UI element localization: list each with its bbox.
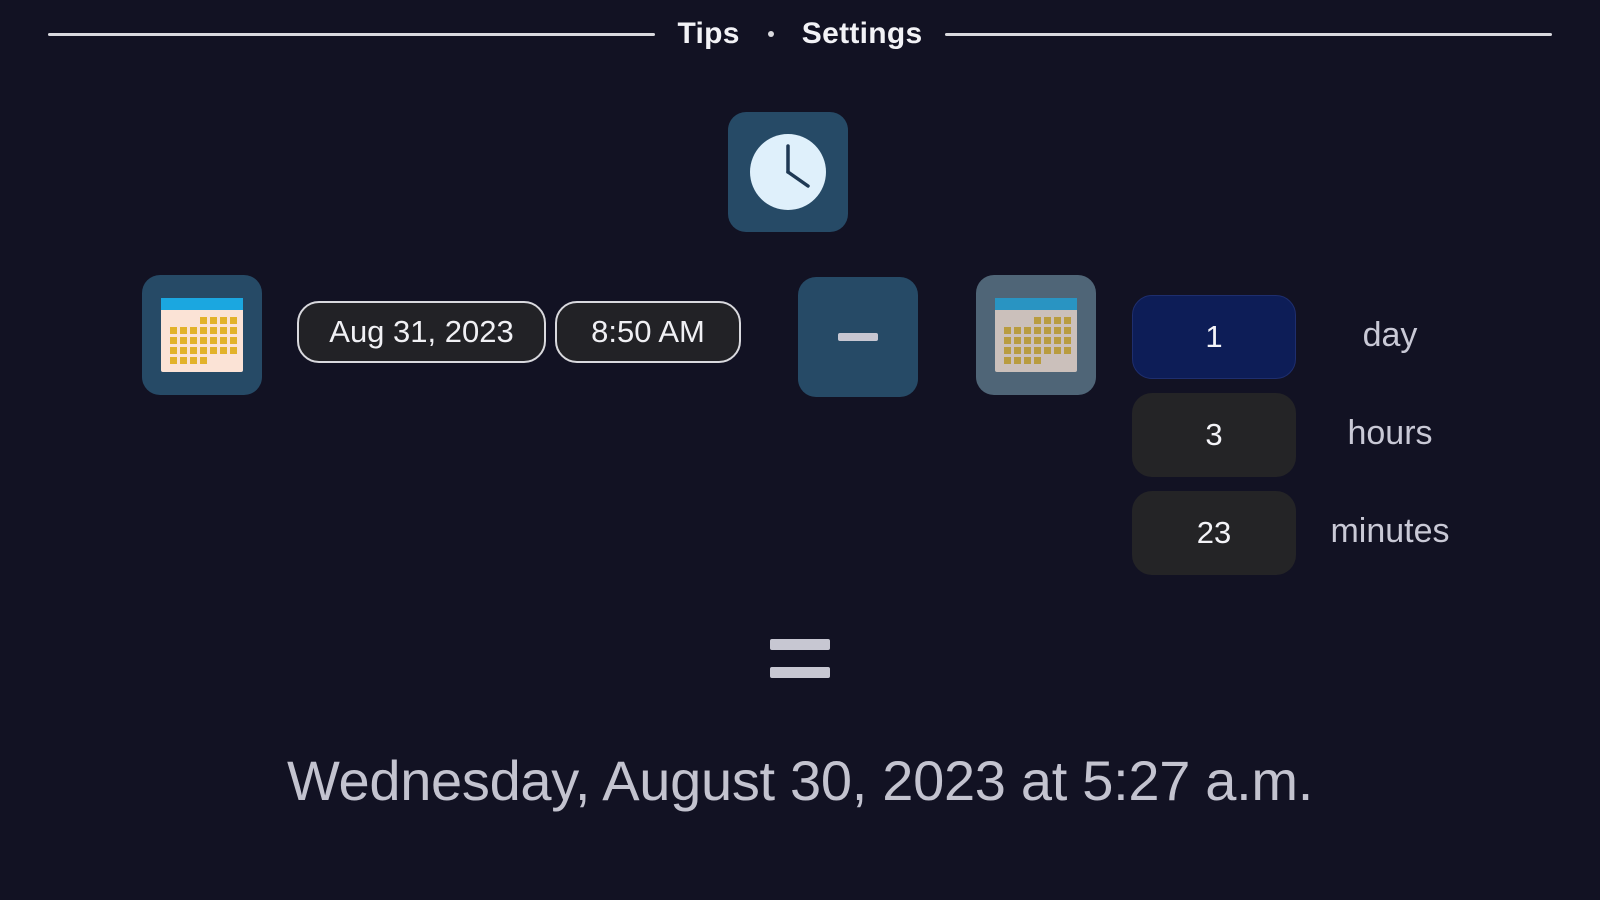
- days-input[interactable]: 1: [1132, 295, 1296, 379]
- start-date-calendar-button[interactable]: [142, 275, 262, 395]
- result-text: Wednesday, August 30, 2023 at 5:27 a.m.: [286, 749, 1314, 812]
- nav-divider-left: [48, 32, 656, 36]
- top-nav: Tips Settings: [48, 12, 1553, 56]
- clock-icon: [750, 134, 826, 210]
- minutes-input[interactable]: 23: [1132, 491, 1296, 575]
- operation-toggle-button[interactable]: [798, 277, 918, 397]
- equals-bar-bottom: [770, 667, 830, 678]
- nav-divider-right: [944, 32, 1553, 36]
- start-date-field[interactable]: Aug 31, 2023: [297, 301, 546, 363]
- now-button[interactable]: [728, 112, 848, 232]
- calendar-icon: [161, 298, 243, 372]
- days-label: day: [1362, 316, 1418, 354]
- tips-link[interactable]: Tips: [677, 17, 739, 51]
- hours-label: hours: [1347, 414, 1433, 452]
- calendar-icon: [995, 298, 1077, 372]
- date-calculator-screen: Tips Settings Aug 31, 2023 8:50 AM 1 day…: [0, 0, 1600, 900]
- minutes-label: minutes: [1330, 512, 1450, 550]
- settings-link[interactable]: Settings: [802, 17, 923, 51]
- nav-links: Tips Settings: [655, 17, 944, 51]
- minus-icon: [838, 333, 878, 341]
- hours-input[interactable]: 3: [1132, 393, 1296, 477]
- equals-bar-top: [770, 639, 830, 650]
- result-calendar-button[interactable]: [976, 275, 1096, 395]
- start-time-field[interactable]: 8:50 AM: [555, 301, 741, 363]
- equals-icon: [770, 637, 830, 681]
- nav-separator-dot: [767, 31, 774, 37]
